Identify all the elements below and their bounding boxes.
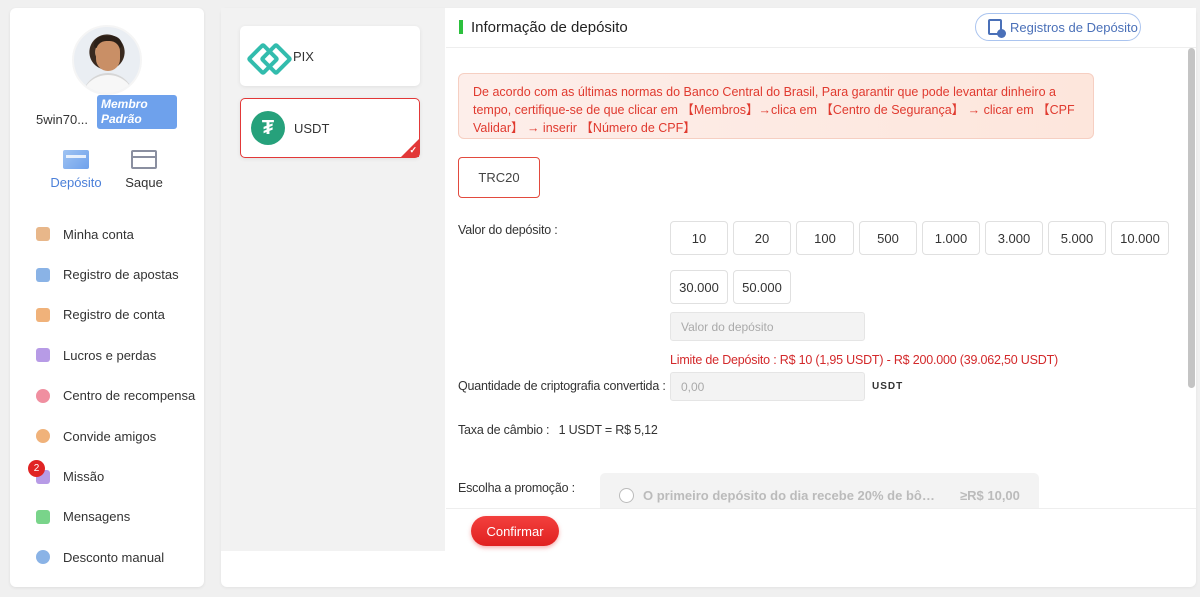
bet-record-icon: [36, 267, 50, 282]
menu-item-registro-conta[interactable]: Registro de conta: [10, 295, 204, 335]
promotion-label: Escolha a promoção :: [458, 481, 575, 495]
method-usdt[interactable]: ₮ USDT ✓: [240, 98, 420, 158]
payment-method-list: PIX ₮ USDT ✓: [221, 8, 445, 551]
menu-item-label: Desconto manual: [63, 549, 165, 565]
deposit-quick-action[interactable]: Depósito: [46, 150, 106, 190]
withdraw-card-icon: [131, 150, 157, 169]
menu-item-label: Minha conta: [63, 226, 134, 242]
sidebar: 5win70... Membro Padrão Depósito Saque M…: [10, 8, 204, 587]
amount-input-wrapper: [670, 312, 865, 341]
amount-option[interactable]: 50.000: [733, 270, 791, 304]
menu-item-missao[interactable]: 2 Missão: [10, 456, 204, 496]
method-pix[interactable]: PIX: [240, 26, 420, 86]
avatar[interactable]: [72, 25, 142, 95]
discount-icon: [36, 550, 50, 565]
pix-logo-icon: [250, 39, 284, 73]
tether-logo-icon: ₮: [251, 111, 285, 145]
account-record-icon: [36, 307, 50, 322]
cpf-notice: De acordo com as últimas normas do Banco…: [458, 73, 1094, 139]
amount-input[interactable]: [681, 319, 864, 334]
footer-divider: [446, 508, 1196, 509]
menu-item-label: Registro de apostas: [63, 267, 179, 283]
promotion-option[interactable]: O primeiro depósito do dia recebe 20% de…: [600, 473, 1039, 508]
menu-item-centro-recompensa[interactable]: Centro de recompensa: [10, 376, 204, 416]
username: 5win70...: [36, 112, 89, 127]
deposit-limit-text: Limite de Depósito : R$ 10 (1,95 USDT) -…: [670, 353, 1058, 367]
promotion-text: O primeiro depósito do dia recebe 20% de…: [643, 488, 936, 503]
amount-option[interactable]: 1.000: [922, 221, 980, 255]
invite-icon: [36, 429, 50, 444]
promotion-min-amount: ≥R$ 10,00: [960, 488, 1020, 503]
deposit-label: Depósito: [50, 175, 102, 190]
promotion-radio[interactable]: [619, 488, 634, 503]
menu-item-registro-apostas[interactable]: Registro de apostas: [10, 254, 204, 294]
membership-badge: Membro Padrão: [97, 95, 177, 129]
title-accent-bar: [459, 20, 463, 34]
amount-option[interactable]: 100: [796, 221, 854, 255]
confirm-button[interactable]: Confirmar: [471, 516, 559, 546]
amount-option[interactable]: 30.000: [670, 270, 728, 304]
exchange-rate-title: Taxa de câmbio :: [458, 423, 550, 437]
menu-item-label: Lucros e perdas: [63, 347, 157, 363]
reward-icon: [36, 388, 50, 403]
deposit-form: Informação de depósito Registros de Depó…: [446, 8, 1196, 508]
scrollbar[interactable]: [1188, 48, 1195, 388]
menu-item-label: Missão: [63, 469, 105, 485]
deposit-records-label: Registros de Depósito: [1010, 19, 1138, 35]
amount-option[interactable]: 500: [859, 221, 917, 255]
amount-option[interactable]: 10.000: [1111, 221, 1169, 255]
amount-option[interactable]: 5.000: [1048, 221, 1106, 255]
profit-loss-icon: [36, 348, 50, 363]
crypto-input-wrapper: [670, 372, 865, 401]
amount-option[interactable]: 10: [670, 221, 728, 255]
form-header: Informação de depósito Registros de Depó…: [446, 8, 1196, 48]
amount-option[interactable]: 3.000: [985, 221, 1043, 255]
menu-item-label: Mensagens: [63, 509, 131, 525]
check-icon: ✓: [409, 145, 417, 155]
crypto-amount-label: Quantidade de criptografia convertida :: [458, 379, 666, 393]
method-label: USDT: [294, 120, 330, 136]
amount-option[interactable]: 20: [733, 221, 791, 255]
account-menu: Minha conta Registro de apostas Registro…: [10, 214, 204, 578]
method-label: PIX: [293, 48, 314, 64]
menu-item-desconto-manual[interactable]: Desconto manual: [10, 537, 204, 577]
network-trc20-button[interactable]: TRC20: [458, 157, 540, 198]
menu-item-lucros-perdas[interactable]: Lucros e perdas: [10, 335, 204, 375]
amount-label: Valor do depósito :: [458, 223, 558, 237]
menu-item-minha-conta[interactable]: Minha conta: [10, 214, 204, 254]
records-icon: [988, 19, 1006, 38]
exchange-rate-label: Taxa de câmbio : 1 USDT = R$ 5,12: [458, 423, 658, 437]
crypto-amount-input[interactable]: [681, 379, 864, 394]
deposit-records-button[interactable]: Registros de Depósito: [975, 13, 1141, 41]
deposit-card-icon: [63, 150, 89, 169]
crypto-unit: USDT: [872, 381, 904, 392]
menu-item-label: Registro de conta: [63, 307, 165, 323]
menu-item-label: Convide amigos: [63, 428, 157, 444]
withdraw-quick-action[interactable]: Saque: [114, 150, 174, 190]
exchange-rate-value: 1 USDT = R$ 5,12: [558, 423, 658, 437]
page-title: Informação de depósito: [471, 19, 628, 36]
menu-item-convide-amigos[interactable]: Convide amigos: [10, 416, 204, 456]
menu-item-label: Centro de recompensa: [63, 388, 196, 404]
withdraw-label: Saque: [125, 175, 163, 190]
message-icon: [36, 509, 50, 524]
menu-item-mensagens[interactable]: Mensagens: [10, 497, 204, 537]
wallet-icon: [36, 227, 50, 242]
